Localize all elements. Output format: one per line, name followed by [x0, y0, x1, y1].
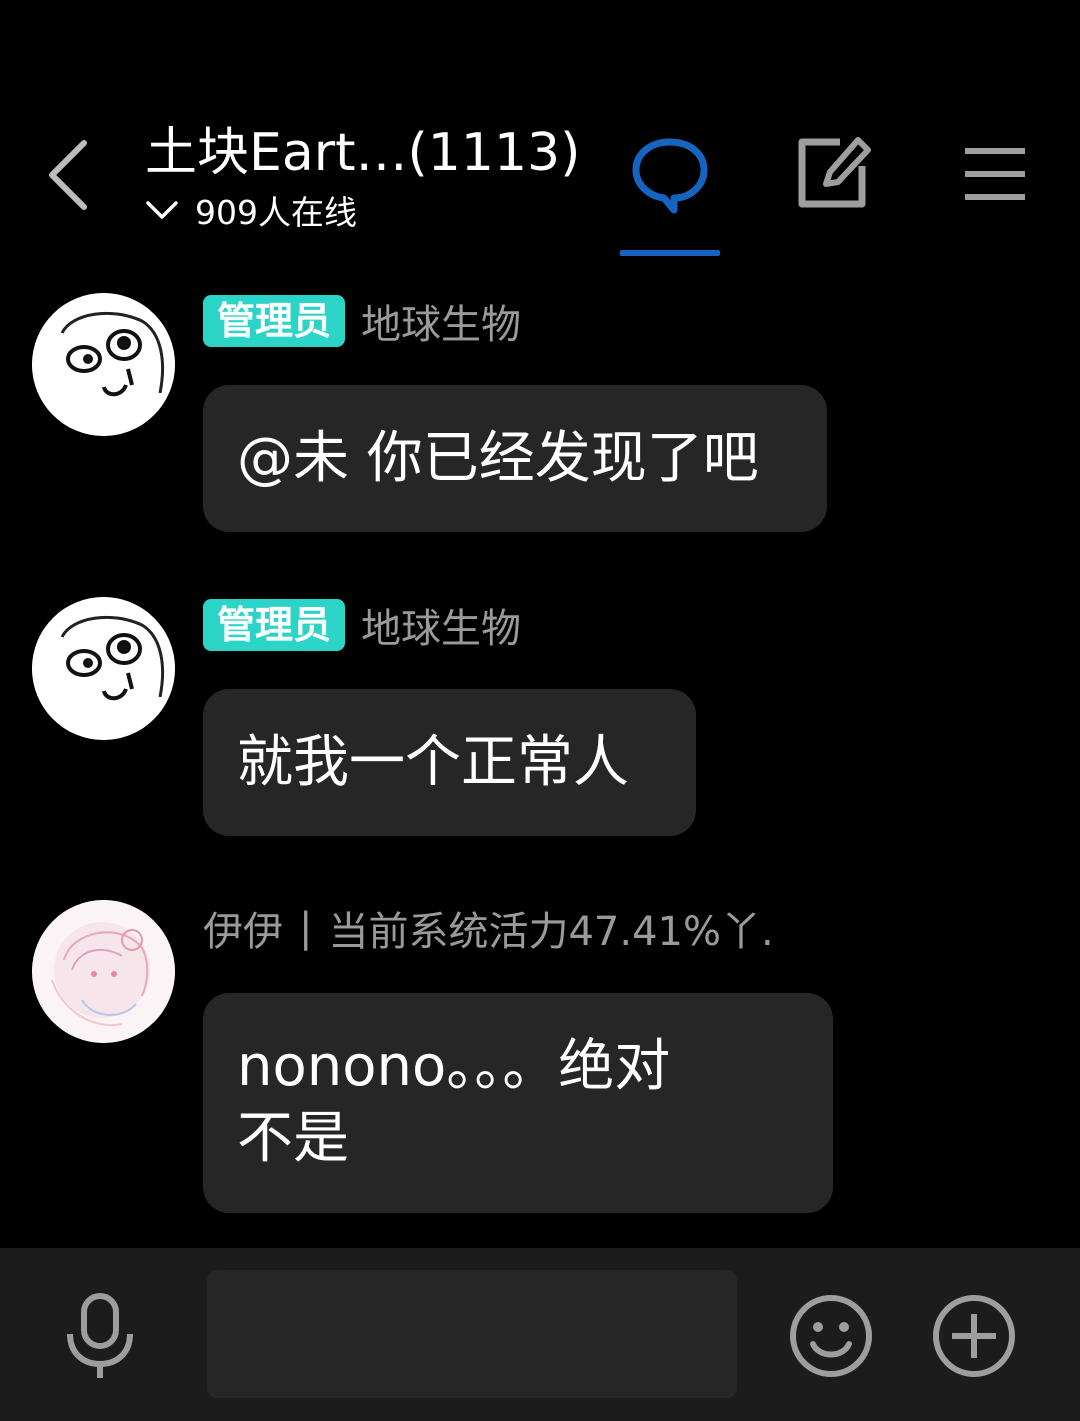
message-bubble[interactable]: @未 你已经发现了吧 — [203, 385, 827, 532]
message-bubble[interactable]: nonono。。。绝对 不是 — [203, 993, 833, 1213]
message-bubble[interactable]: 就我一个正常人 — [203, 689, 696, 836]
menu-icon — [965, 148, 1025, 200]
group-title[interactable]: 土块Eart…(1113) — [145, 120, 580, 186]
voice-button[interactable] — [60, 1292, 140, 1382]
message-text: @未 你已经发现了吧 — [237, 426, 759, 491]
sender-separator: | — [299, 905, 313, 951]
more-button[interactable] — [930, 1292, 1018, 1380]
rage-face-avatar-icon — [32, 293, 175, 436]
anime-sketch-avatar-icon — [32, 900, 175, 1043]
active-tab-indicator — [620, 250, 720, 256]
smiley-icon — [790, 1295, 872, 1377]
microphone-icon — [67, 1293, 133, 1378]
chevron-left-icon — [49, 140, 87, 210]
sender-suffix: 当前系统活力47.41%丫. — [328, 909, 774, 955]
chat-bubble-icon — [632, 138, 708, 214]
tab-menu[interactable] — [955, 132, 1035, 216]
avatar[interactable] — [32, 900, 175, 1043]
message-text-line: 不是 — [237, 1106, 349, 1171]
online-status[interactable]: 909人在线 — [145, 188, 357, 232]
avatar[interactable] — [32, 293, 175, 436]
chat-header: 土块Eart…(1113) 909人在线 — [0, 0, 1080, 270]
plus-icon — [933, 1295, 1015, 1377]
rage-face-avatar-icon — [32, 597, 175, 740]
input-bar — [0, 1248, 1080, 1421]
chevron-down-icon — [146, 201, 178, 219]
message-meta: 管理员 地球生物 — [203, 292, 521, 350]
message-input[interactable] — [207, 1270, 737, 1398]
message-meta: 伊伊 | 当前系统活力47.41%丫. — [203, 899, 774, 957]
tab-edit[interactable] — [792, 132, 872, 216]
avatar[interactable] — [32, 597, 175, 740]
message-text: 就我一个正常人 — [237, 730, 629, 795]
back-button[interactable] — [40, 135, 100, 215]
sender-name[interactable]: 伊伊 — [203, 899, 283, 957]
message-text-line: nonono。。。绝对 — [237, 1034, 671, 1099]
sender-name[interactable]: 地球生物 — [361, 596, 521, 654]
edit-icon — [798, 137, 871, 208]
admin-badge: 管理员 — [203, 295, 346, 347]
message-meta: 管理员 地球生物 — [203, 596, 521, 654]
emoji-button[interactable] — [787, 1292, 875, 1380]
online-count: 909人在线 — [195, 193, 357, 232]
sender-name[interactable]: 地球生物 — [361, 292, 521, 350]
admin-badge: 管理员 — [203, 599, 346, 651]
tab-chat[interactable] — [630, 132, 710, 216]
